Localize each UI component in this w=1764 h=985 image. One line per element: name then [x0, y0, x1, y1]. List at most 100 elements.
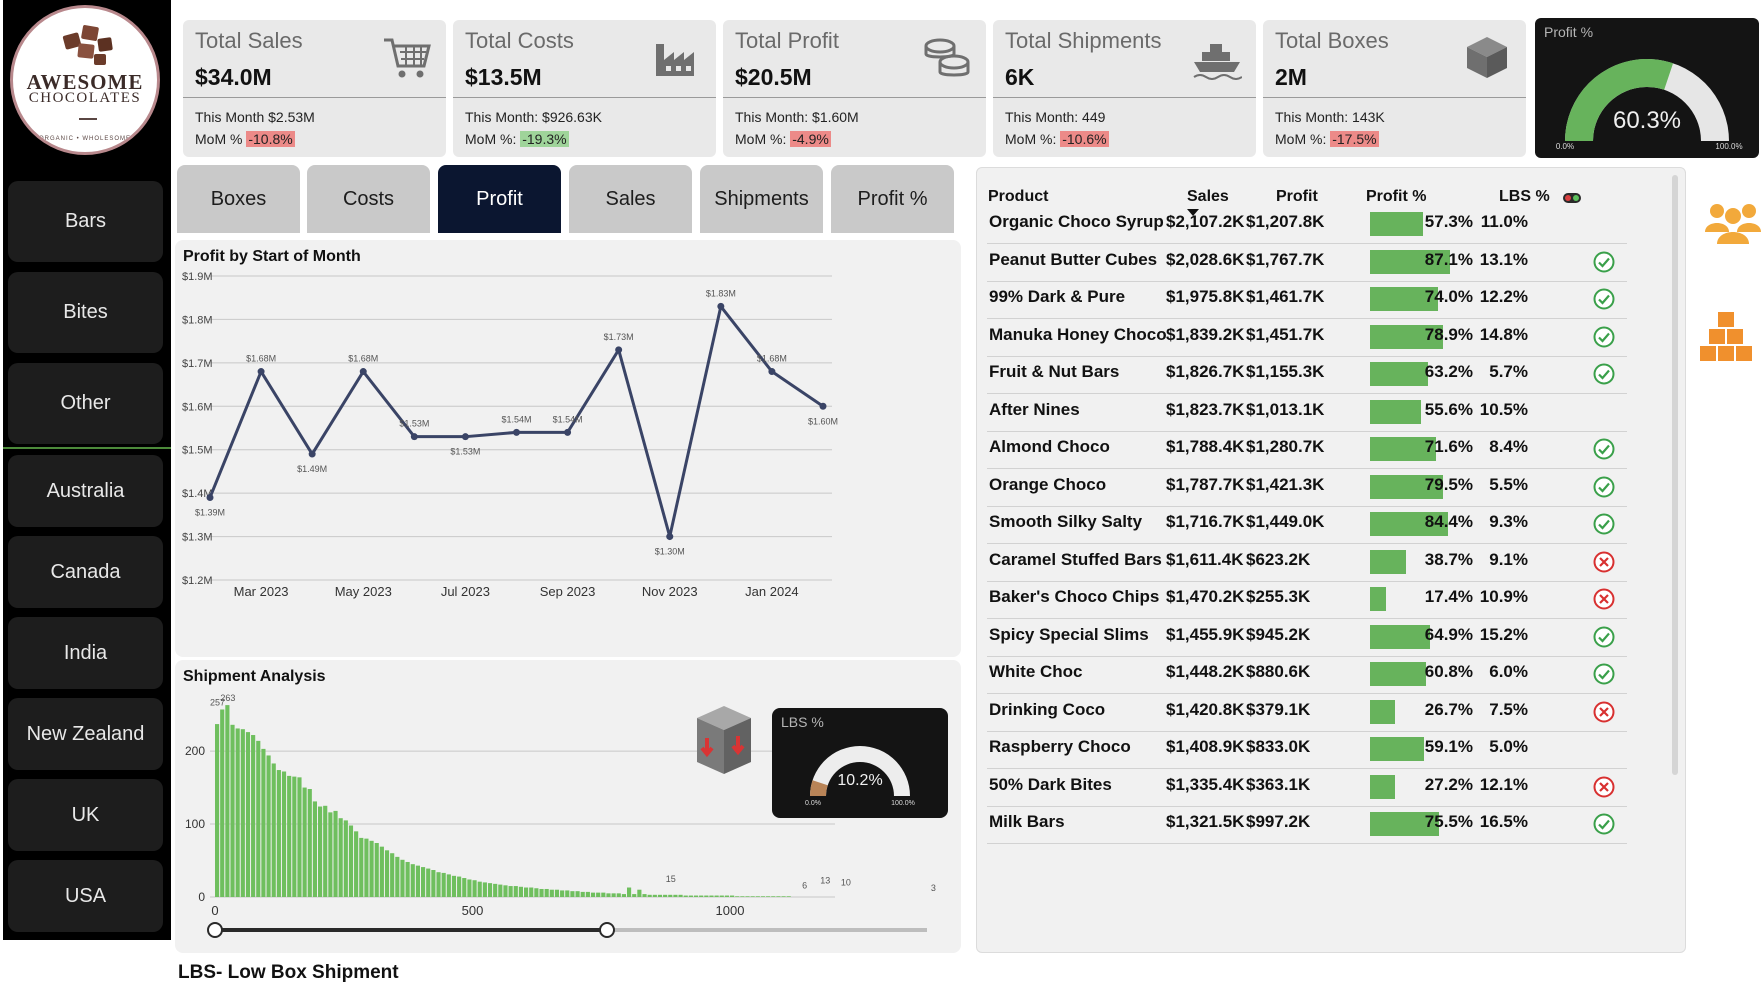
filter-canada-button[interactable]: Canada [8, 536, 163, 608]
table-row[interactable]: Orange Choco $1,787.7K $1,421.3K 79.5% 5.5% [987, 465, 1627, 507]
histogram-bar[interactable] [740, 896, 745, 897]
histogram-bar[interactable] [431, 870, 436, 897]
boxes-stack-icon[interactable] [1697, 310, 1755, 366]
histogram-bar[interactable] [333, 810, 338, 897]
histogram-bar[interactable] [323, 805, 328, 897]
table-row[interactable]: Milk Bars $1,321.5K $997.2K 75.5% 16.5% [987, 802, 1627, 844]
histogram-bar[interactable] [343, 820, 348, 897]
table-scrollbar[interactable] [1672, 175, 1678, 775]
histogram-bar[interactable] [261, 748, 266, 897]
data-point[interactable] [564, 428, 572, 436]
histogram-bar[interactable] [657, 894, 663, 897]
histogram-bar[interactable] [544, 888, 549, 897]
histogram-bar[interactable] [230, 724, 235, 897]
histogram-bar[interactable] [549, 889, 554, 897]
histogram-bar[interactable] [318, 806, 323, 897]
data-point[interactable] [819, 402, 827, 410]
histogram-bar[interactable] [472, 880, 477, 897]
histogram-bar[interactable] [369, 840, 374, 897]
histogram-bar[interactable] [220, 709, 225, 897]
histogram-bar[interactable] [529, 887, 534, 897]
table-row[interactable]: Raspberry Choco $1,408.9K $833.0K 59.1% 5.0% [987, 727, 1627, 769]
histogram-bar[interactable] [415, 865, 420, 897]
data-point[interactable] [410, 433, 418, 441]
data-point[interactable] [257, 368, 265, 376]
histogram-bar[interactable] [606, 893, 611, 897]
table-row[interactable]: After Nines $1,823.7K $1,013.1K 55.6% 10.5% [987, 390, 1627, 432]
table-row[interactable]: Organic Choco Syrup $2,107.2K $1,207.8K 57.… [987, 202, 1627, 244]
histogram-bar[interactable] [312, 801, 317, 897]
histogram-bar[interactable] [292, 776, 297, 897]
histogram-bar[interactable] [601, 892, 606, 897]
histogram-bar[interactable] [493, 883, 498, 897]
histogram-bar[interactable] [755, 896, 760, 897]
histogram-bar[interactable] [704, 895, 709, 897]
histogram-bar[interactable] [724, 895, 729, 897]
histogram-bar[interactable] [627, 887, 632, 897]
table-row[interactable]: Spicy Special Slims $1,455.9K $945.2K 64.9%… [987, 615, 1627, 657]
histogram-bar[interactable] [421, 867, 426, 897]
histogram-bar[interactable] [467, 879, 472, 897]
histogram-bar[interactable] [364, 838, 369, 897]
histogram-bar[interactable] [215, 724, 220, 897]
histogram-bar[interactable] [271, 763, 276, 897]
table-row[interactable]: Almond Choco $1,788.4K $1,280.7K 71.6% 8.4% [987, 427, 1627, 469]
histogram-bar[interactable] [554, 889, 560, 897]
table-row[interactable]: Drinking Coco $1,420.8K $379.1K 26.7% 7.5% [987, 690, 1627, 732]
histogram-bar[interactable] [482, 882, 487, 897]
histogram-bar[interactable] [266, 755, 271, 897]
histogram-bar[interactable] [714, 895, 719, 897]
histogram-bar[interactable] [652, 894, 657, 897]
histogram-bar[interactable] [575, 891, 580, 897]
histogram-bar[interactable] [647, 894, 652, 897]
histogram-bar[interactable] [786, 896, 791, 897]
histogram-bar[interactable] [766, 896, 771, 897]
histogram-bar[interactable] [354, 831, 359, 897]
histogram-bar[interactable] [668, 894, 673, 897]
histogram-bar[interactable] [436, 872, 441, 897]
histogram-bar[interactable] [405, 861, 410, 897]
histogram-bar[interactable] [518, 886, 523, 897]
filter-uk-button[interactable]: UK [8, 779, 163, 851]
histogram-bar[interactable] [637, 889, 642, 897]
range-slider-max-handle[interactable] [599, 922, 615, 938]
histogram-bar[interactable] [245, 732, 251, 897]
histogram-bar[interactable] [328, 812, 333, 897]
tab-profit[interactable]: Profit [438, 165, 561, 233]
tab-sales[interactable]: Sales [569, 165, 692, 233]
histogram-bar[interactable] [621, 894, 626, 897]
table-row[interactable]: Smooth Silky Salty $1,716.7K $1,449.0K 84.4… [987, 502, 1627, 544]
histogram-bar[interactable] [410, 864, 415, 897]
histogram-bar[interactable] [673, 894, 678, 897]
histogram-bar[interactable] [560, 890, 565, 897]
filter-other-button[interactable]: Other [8, 363, 163, 444]
histogram-bar[interactable] [590, 892, 596, 897]
histogram-bar[interactable] [693, 895, 699, 897]
data-point[interactable] [615, 346, 623, 354]
table-row[interactable]: 50% Dark Bites $1,335.4K $363.1K 27.2% 12.1% [987, 765, 1627, 807]
histogram-bar[interactable] [580, 891, 585, 897]
histogram-bar[interactable] [776, 896, 781, 897]
data-point[interactable] [206, 493, 214, 501]
people-icon[interactable] [1703, 200, 1763, 246]
histogram-bar[interactable] [678, 894, 683, 897]
histogram-bar[interactable] [297, 777, 302, 897]
table-row[interactable]: Manuka Honey Choco $1,839.2K $1,451.7K 78.9… [987, 315, 1627, 357]
histogram-bar[interactable] [632, 894, 637, 897]
histogram-bar[interactable] [240, 729, 245, 897]
filter-new-zealand-button[interactable]: New Zealand [8, 698, 163, 770]
table-row[interactable]: Peanut Butter Cubes $2,028.6K $1,767.7K 87.… [987, 240, 1627, 282]
histogram-bar[interactable] [487, 883, 493, 897]
histogram-bar[interactable] [709, 895, 714, 897]
data-point[interactable] [461, 433, 469, 441]
histogram-bar[interactable] [750, 896, 755, 897]
histogram-bar[interactable] [235, 728, 240, 897]
histogram-bar[interactable] [307, 789, 312, 897]
histogram-bar[interactable] [735, 896, 740, 897]
histogram-bar[interactable] [384, 850, 390, 897]
histogram-bar[interactable] [719, 895, 724, 897]
histogram-bar[interactable] [400, 859, 405, 897]
histogram-bar[interactable] [256, 740, 261, 897]
histogram-bar[interactable] [338, 818, 343, 897]
histogram-bar[interactable] [374, 843, 379, 897]
